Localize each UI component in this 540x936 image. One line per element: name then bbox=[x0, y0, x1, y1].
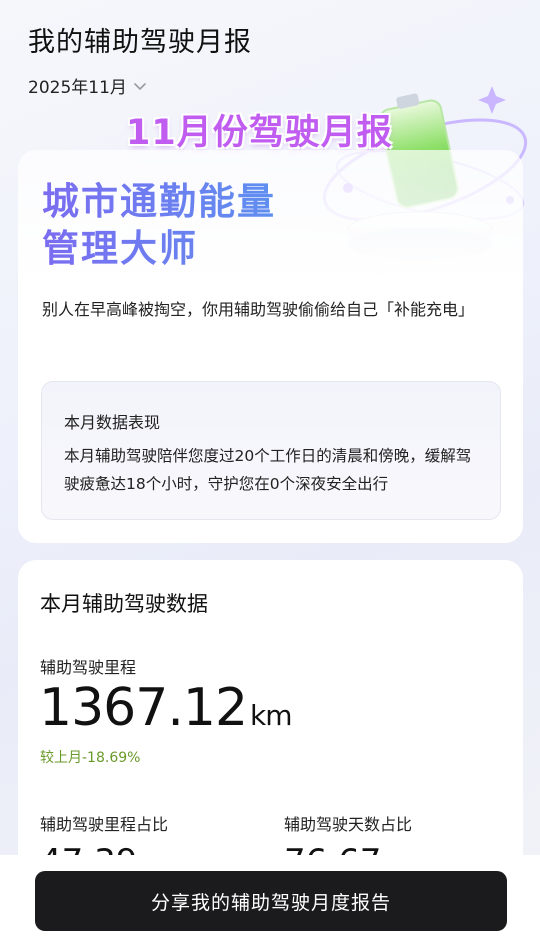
page-title: 我的辅助驾驶月报 bbox=[28, 27, 252, 58]
chevron-down-icon bbox=[134, 82, 146, 90]
days-ratio-label: 辅助驾驶天数占比 bbox=[284, 815, 413, 834]
stats-card: 本月辅助驾驶数据 辅助驾驶里程 1367.12 km 较上月-18.69% 辅助驾… bbox=[18, 560, 523, 882]
summary-tagline: 别人在早高峰被掏空，你用辅助驾驶偷偷给自己「补能充电」 bbox=[42, 300, 475, 319]
performance-title: 本月数据表现 bbox=[64, 413, 161, 432]
mileage-unit: km bbox=[250, 699, 292, 732]
performance-text: 本月辅助驾驶陪伴您度过20个工作日的清晨和傍晚，缓解驾驶疲惫达18个小时，守护您… bbox=[64, 447, 472, 493]
headline-line-2: 管理大师 bbox=[42, 227, 198, 270]
mileage-change: 较上月-18.69% bbox=[40, 750, 141, 766]
mileage-value: 1367.12 bbox=[39, 678, 248, 738]
stats-title: 本月辅助驾驶数据 bbox=[40, 592, 208, 616]
mileage-ratio-label: 辅助驾驶里程占比 bbox=[40, 815, 169, 834]
mileage-value-row: 1367.12 km bbox=[39, 678, 293, 738]
summary-card: 城市通勤能量 管理大师 别人在早高峰被掏空，你用辅助驾驶偷偷给自己「补能充电」 … bbox=[18, 150, 523, 543]
month-selector[interactable]: 2025年11月 bbox=[28, 73, 147, 98]
banner-title: 11月份驾驶月报 bbox=[126, 113, 393, 153]
month-label: 2025年11月 bbox=[28, 78, 127, 98]
performance-box: 本月数据表现 本月辅助驾驶陪伴您度过20个工作日的清晨和傍晚，缓解驾驶疲惫达18… bbox=[41, 381, 501, 520]
summary-headline: 城市通勤能量 管理大师 bbox=[42, 178, 276, 272]
mileage-label: 辅助驾驶里程 bbox=[40, 658, 137, 677]
share-report-button[interactable]: 分享我的辅助驾驶月度报告 bbox=[35, 871, 507, 931]
headline-line-1: 城市通勤能量 bbox=[42, 180, 276, 223]
